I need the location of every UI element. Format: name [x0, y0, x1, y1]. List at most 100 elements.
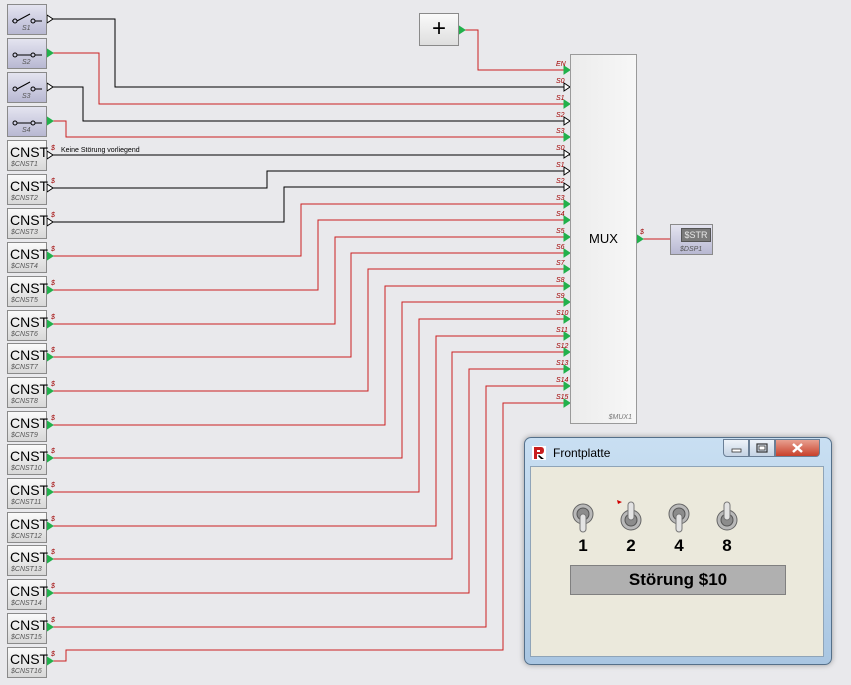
const-sublabel: $CNST11 [11, 499, 42, 506]
wire-20 [47, 402, 570, 662]
switch-open-icon [12, 81, 42, 92]
switch-sublabel: S1 [22, 25, 31, 32]
toggle-up-icon [617, 500, 642, 531]
mux-input-label: S2 [556, 112, 565, 119]
const-sublabel: $CNST4 [11, 263, 38, 270]
wire-2 [47, 52, 570, 105]
const-label: CNST [10, 347, 49, 363]
data-type-label: $ [51, 178, 55, 185]
const-block-10[interactable]: CNST $CNST10 [7, 444, 48, 475]
const-block-8[interactable]: CNST $CNST8 [7, 377, 49, 408]
switch-block-s2[interactable]: S2 [7, 38, 47, 69]
mux-input-label: S9 [556, 293, 565, 300]
const-block-13[interactable]: CNST $CNST13 [7, 545, 48, 576]
const-block-6[interactable]: CNST $CNST6 [7, 310, 49, 341]
status-display: Störung $10 [570, 565, 786, 595]
toggle-switch-1[interactable] [569, 500, 597, 536]
const-block-7[interactable]: CNST $CNST7 [7, 343, 49, 374]
const-block-4[interactable]: CNST $CNST4 [7, 242, 48, 273]
minimize-icon [731, 448, 742, 453]
switch-closed-icon [12, 52, 42, 58]
const-sublabel: $CNST3 [11, 229, 38, 236]
display-block-screen: $STR [681, 228, 711, 242]
const1-value-text: Keine Störung vorliegend [61, 147, 140, 154]
minimize-button[interactable] [723, 439, 749, 457]
toggle-down-icon [572, 503, 594, 533]
data-type-label: $ [51, 347, 55, 354]
const-sublabel: $CNST15 [11, 634, 42, 641]
mux-input-label: S15 [556, 394, 569, 401]
output-pin[interactable] [458, 25, 466, 35]
mux-input-label: S2 [556, 178, 565, 185]
const-block-16[interactable]: CNST $CNST16 [7, 647, 48, 678]
wire-9 [47, 219, 570, 291]
const-label: CNST [10, 415, 49, 431]
wire-19 [47, 385, 570, 628]
wire-14 [47, 301, 570, 459]
wire-16 [47, 335, 570, 527]
wire-12 [47, 268, 570, 392]
const-sublabel: $CNST5 [11, 297, 38, 304]
mux-input-label: S0 [556, 145, 565, 152]
frontplatte-window[interactable]: Frontplatte 1 2 4 8 Störung $10 [524, 437, 832, 665]
mux-input-label: S4 [556, 211, 565, 218]
mux-input-label: S1 [556, 162, 565, 169]
toggle-label-2: 2 [626, 536, 636, 555]
toggle-label-4: 4 [674, 536, 684, 555]
const-label: CNST [10, 178, 49, 194]
const-block-14[interactable]: CNST $CNST14 [7, 579, 48, 610]
data-type-label: $ [51, 482, 55, 489]
mux-input-label: S12 [556, 343, 569, 350]
const-sublabel: $CNST13 [11, 566, 42, 573]
data-type-label: $ [51, 651, 55, 658]
const-block-3[interactable]: CNST $CNST3 [7, 208, 49, 239]
data-type-label: $ [51, 246, 55, 253]
mux-sublabel: $MUX1 [608, 414, 632, 421]
maximize-button[interactable] [749, 439, 775, 457]
const-block-5[interactable]: CNST $CNST5 [7, 276, 48, 307]
switch-block-s4[interactable]: S4 [7, 106, 47, 137]
switch-block-s1[interactable]: S1 [7, 4, 47, 35]
data-type-label: $ [51, 280, 55, 287]
const-sublabel: $CNST7 [11, 364, 38, 371]
const-block-2[interactable]: CNST $CNST2 [7, 174, 49, 205]
wire-13 [47, 285, 570, 426]
data-type-label: $ [51, 212, 55, 219]
toggle-down-icon [668, 503, 690, 533]
const-block-11[interactable]: CNST $CNST11 [7, 478, 48, 509]
toggle-switch-4[interactable] [665, 500, 693, 536]
toggle-switch-8[interactable] [713, 500, 741, 536]
const-sublabel: $CNST12 [11, 533, 42, 540]
const-label: CNST [10, 212, 49, 228]
display-block[interactable]: $STR $DSP1 [670, 224, 713, 255]
data-type-label: $ [51, 381, 55, 388]
mux-input-label: S13 [556, 360, 569, 367]
mux-output-pin[interactable] [636, 234, 644, 244]
plus-block[interactable]: + [419, 13, 459, 46]
const-block-9[interactable]: CNST $CNST9 [7, 411, 49, 442]
output-pin[interactable] [46, 116, 54, 126]
close-button[interactable] [775, 439, 820, 457]
output-pin[interactable] [46, 14, 54, 24]
output-pin[interactable] [46, 48, 54, 58]
const-label: CNST [10, 314, 49, 330]
switch-block-s3[interactable]: S3 [7, 72, 47, 103]
toggle-switch-2[interactable] [617, 500, 645, 536]
const-block-15[interactable]: CNST $CNST15 [7, 613, 48, 644]
data-type-label: $ [51, 549, 55, 556]
mux-block[interactable]: MUX $MUX1 [570, 54, 637, 424]
output-pin[interactable] [46, 82, 54, 92]
wire-enable [459, 29, 570, 71]
mux-input-label: EN [556, 61, 566, 68]
switch-sublabel: S2 [22, 59, 31, 66]
mux-input-label: S3 [556, 195, 565, 202]
wire-1 [47, 18, 570, 88]
switch-sublabel: S4 [22, 127, 31, 134]
mux-input-label: S3 [556, 128, 565, 135]
const-block-12[interactable]: CNST $CNST12 [7, 512, 48, 543]
const-block-1[interactable]: CNST $CNST1 [7, 140, 48, 171]
const-label: CNST [10, 381, 49, 397]
mux-input-label: S10 [556, 310, 569, 317]
toggle-label-1: 1 [578, 536, 588, 555]
wire-17 [47, 351, 570, 560]
